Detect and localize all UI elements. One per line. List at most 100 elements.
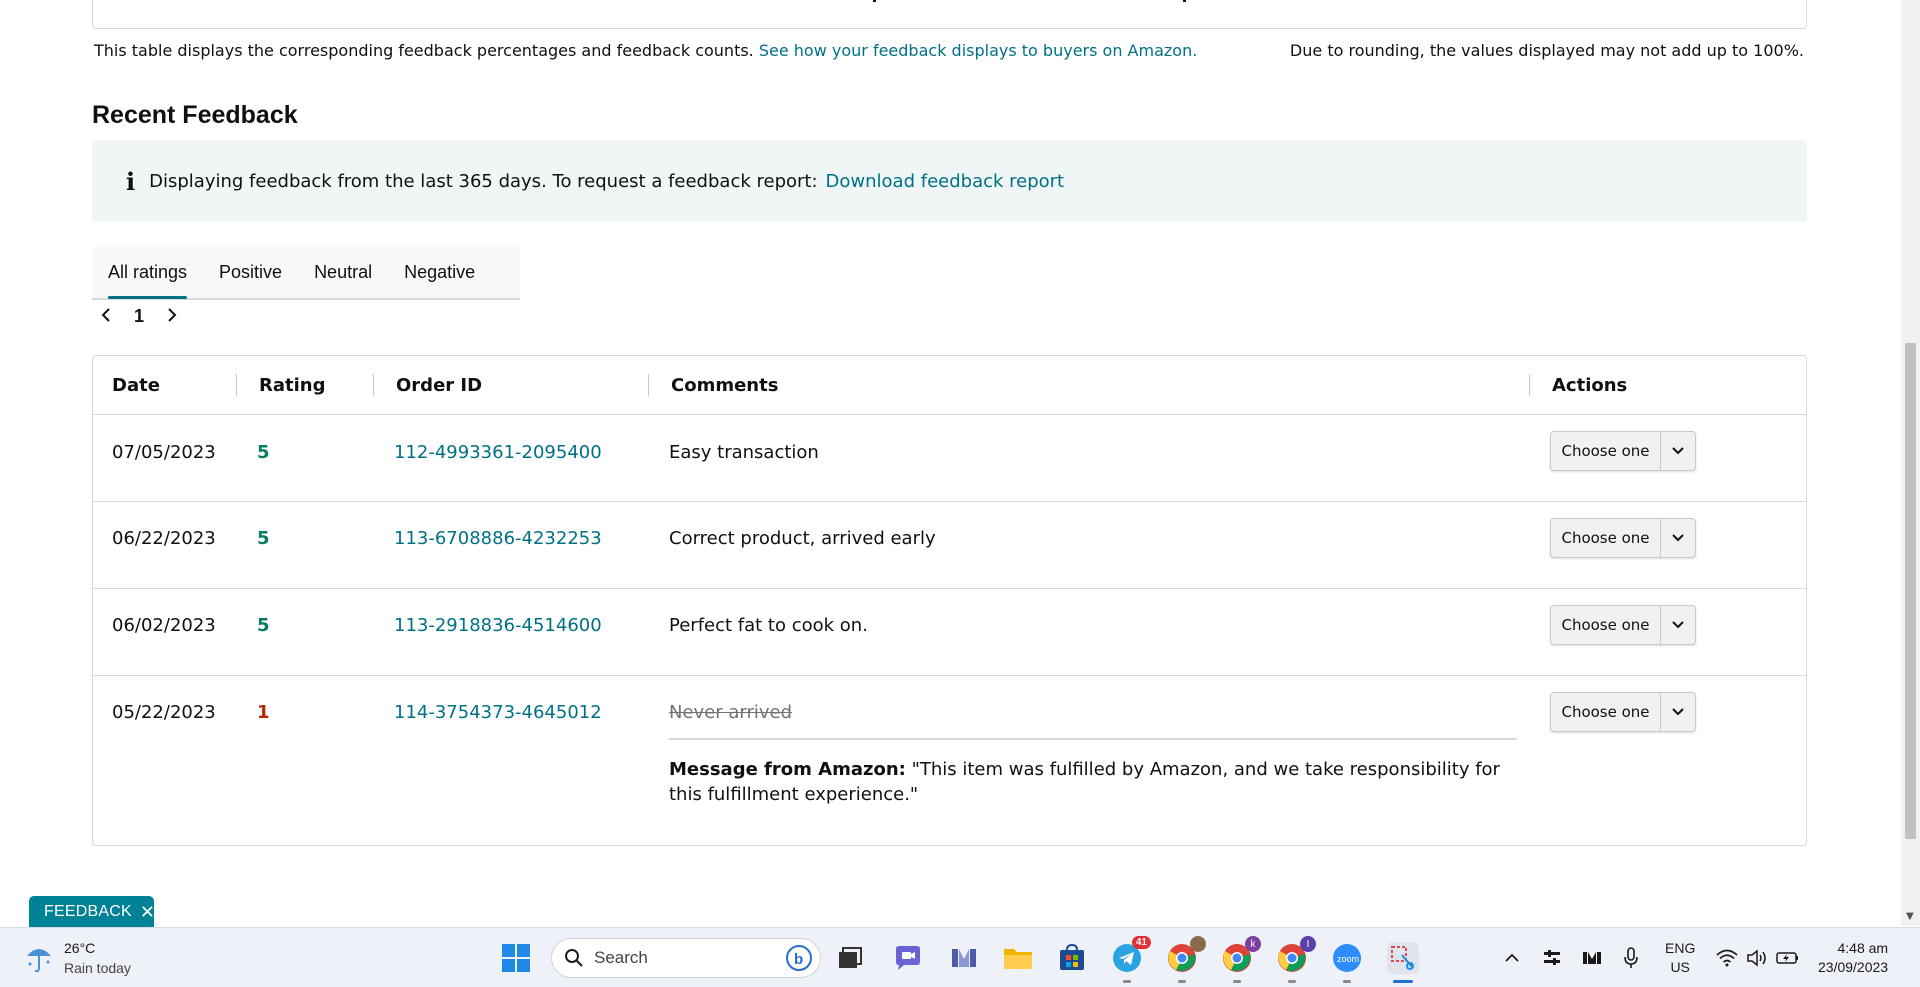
header-date: Date (112, 375, 160, 396)
telegram-icon[interactable]: 41 (1111, 936, 1151, 974)
order-id-link[interactable]: 113-2918836-4514600 (394, 615, 602, 636)
action-select[interactable]: Choose one (1550, 518, 1696, 558)
row-rating: 5 (257, 528, 270, 549)
snipping-tool-icon[interactable] (1387, 942, 1419, 974)
svg-text:b: b (794, 951, 803, 968)
page-scrollbar[interactable]: ▼ (1901, 0, 1920, 926)
table-row: 06/22/2023 5 113-6708886-4232253 Correct… (93, 502, 1806, 589)
buyer-display-link[interactable]: See how your feedback displays to buyers… (759, 41, 1197, 60)
current-page[interactable]: 1 (134, 306, 144, 327)
column-divider (1529, 374, 1530, 396)
comment-divider (669, 738, 1517, 740)
weather-widget[interactable]: 26°C Rain today (24, 938, 131, 978)
running-indicator (1178, 980, 1186, 983)
tab-neutral[interactable]: Neutral (298, 246, 388, 299)
windows-taskbar: 26°C Rain today Search b 41 k I zoom ENG… (0, 927, 1920, 987)
header-rating: Rating (259, 375, 326, 396)
network-volume-battery[interactable] (1716, 928, 1800, 987)
action-select[interactable]: Choose one (1550, 692, 1696, 732)
volume-icon (1747, 949, 1766, 967)
zoom-icon[interactable]: zoom (1331, 942, 1363, 974)
tab-negative[interactable]: Negative (388, 246, 491, 299)
chrome-icon[interactable] (1166, 936, 1206, 974)
chrome-profile-badge: I (1300, 936, 1316, 952)
action-select-label: Choose one (1551, 693, 1661, 731)
chrome-profile-badge: k (1245, 936, 1261, 952)
clock[interactable]: 4:48 am 23/09/2023 (1818, 928, 1888, 987)
row-date: 06/02/2023 (112, 615, 216, 636)
language-code: ENG (1665, 940, 1696, 956)
close-icon[interactable]: ✕ (140, 902, 155, 923)
chevron-down-icon (1661, 620, 1695, 630)
running-indicator (1233, 980, 1241, 983)
running-indicator (1288, 980, 1296, 983)
recent-feedback-title: Recent Feedback (92, 101, 298, 129)
action-select[interactable]: Choose one (1550, 605, 1696, 645)
action-select-label: Choose one (1551, 606, 1661, 644)
weather-temp: 26°C (64, 940, 96, 956)
show-hidden-icons[interactable] (1504, 928, 1520, 987)
summary-note: This table displays the corresponding fe… (94, 41, 1197, 60)
summary-note-text: This table displays the corresponding fe… (94, 41, 754, 60)
header-comments: Comments (671, 375, 779, 396)
order-id-link[interactable]: 113-6708886-4232253 (394, 528, 602, 549)
row-comment: Correct product, arrived early (669, 528, 936, 549)
scrollbar-thumb[interactable] (1905, 343, 1916, 839)
row-comment: Perfect fat to cook on. (669, 615, 868, 636)
microsoft-store-icon[interactable] (1056, 942, 1088, 974)
order-id-link[interactable]: 112-4993361-2095400 (394, 442, 602, 463)
feedback-table: Date Rating Order ID Comments Actions 07… (92, 355, 1807, 846)
header-order-id: Order ID (396, 375, 483, 396)
order-id-link[interactable]: 114-3754373-4645012 (394, 702, 602, 723)
info-text: Displaying feedback from the last 365 da… (149, 170, 818, 192)
bing-icon[interactable]: b (786, 945, 812, 971)
telegram-badge: 41 (1131, 936, 1151, 949)
chevron-left-icon[interactable] (100, 304, 112, 328)
search-icon (565, 949, 583, 967)
chrome-icon[interactable]: k (1221, 936, 1261, 974)
row-rating: 1 (257, 702, 270, 723)
weather-desc: Rain today (64, 960, 131, 976)
summary-cell-fragment (873, 0, 876, 2)
mail-icon[interactable] (948, 942, 980, 974)
table-row: 07/05/2023 5 112-4993361-2095400 Easy tr… (93, 415, 1806, 502)
column-divider (236, 374, 237, 396)
summary-cell-fragment (1183, 0, 1186, 2)
task-view-icon[interactable] (834, 942, 866, 974)
windows-start-icon[interactable] (500, 942, 532, 974)
chevron-down-icon (1661, 446, 1695, 456)
row-date: 05/22/2023 (112, 702, 216, 723)
running-indicator (1123, 980, 1131, 983)
taskbar-search[interactable]: Search b (551, 938, 821, 978)
language-indicator[interactable]: ENG US (1665, 928, 1695, 987)
tray-app-icon[interactable] (1542, 928, 1562, 987)
file-explorer-icon[interactable] (1002, 942, 1034, 974)
scroll-down-arrow-icon[interactable]: ▼ (1906, 911, 1914, 922)
battery-charging-icon (1776, 952, 1798, 964)
feedback-summary-table (92, 0, 1807, 29)
rating-tabs: All ratings Positive Neutral Negative (92, 247, 520, 300)
amazon-message: Message from Amazon: "This item was fulf… (669, 757, 1514, 807)
amazon-message-label: Message from Amazon: (669, 759, 906, 780)
chrome-icon[interactable]: I (1276, 936, 1316, 974)
feedback-widget-label: FEEDBACK (44, 903, 132, 920)
info-icon: i (126, 166, 136, 196)
chevron-right-icon[interactable] (166, 304, 178, 328)
row-date: 06/22/2023 (112, 528, 216, 549)
table-row: 05/22/2023 1 114-3754373-4645012 Never a… (93, 676, 1806, 845)
download-report-link[interactable]: Download feedback report (826, 171, 1065, 192)
table-row: 06/02/2023 5 113-2918836-4514600 Perfect… (93, 589, 1806, 676)
chevron-down-icon (1661, 533, 1695, 543)
feedback-widget-tab[interactable]: FEEDBACK ✕ (29, 896, 155, 928)
row-rating: 5 (257, 442, 270, 463)
row-comment-removed: Never arrived (669, 702, 793, 723)
clock-time: 4:48 am (1837, 940, 1889, 956)
microphone-icon[interactable] (1623, 928, 1639, 987)
action-select-label: Choose one (1551, 519, 1661, 557)
action-select[interactable]: Choose one (1550, 431, 1696, 471)
teams-chat-icon[interactable] (892, 942, 924, 974)
tray-mail-icon[interactable] (1582, 928, 1602, 987)
tab-positive[interactable]: Positive (203, 246, 298, 299)
column-divider (373, 374, 374, 396)
tab-all-ratings[interactable]: All ratings (92, 246, 203, 299)
